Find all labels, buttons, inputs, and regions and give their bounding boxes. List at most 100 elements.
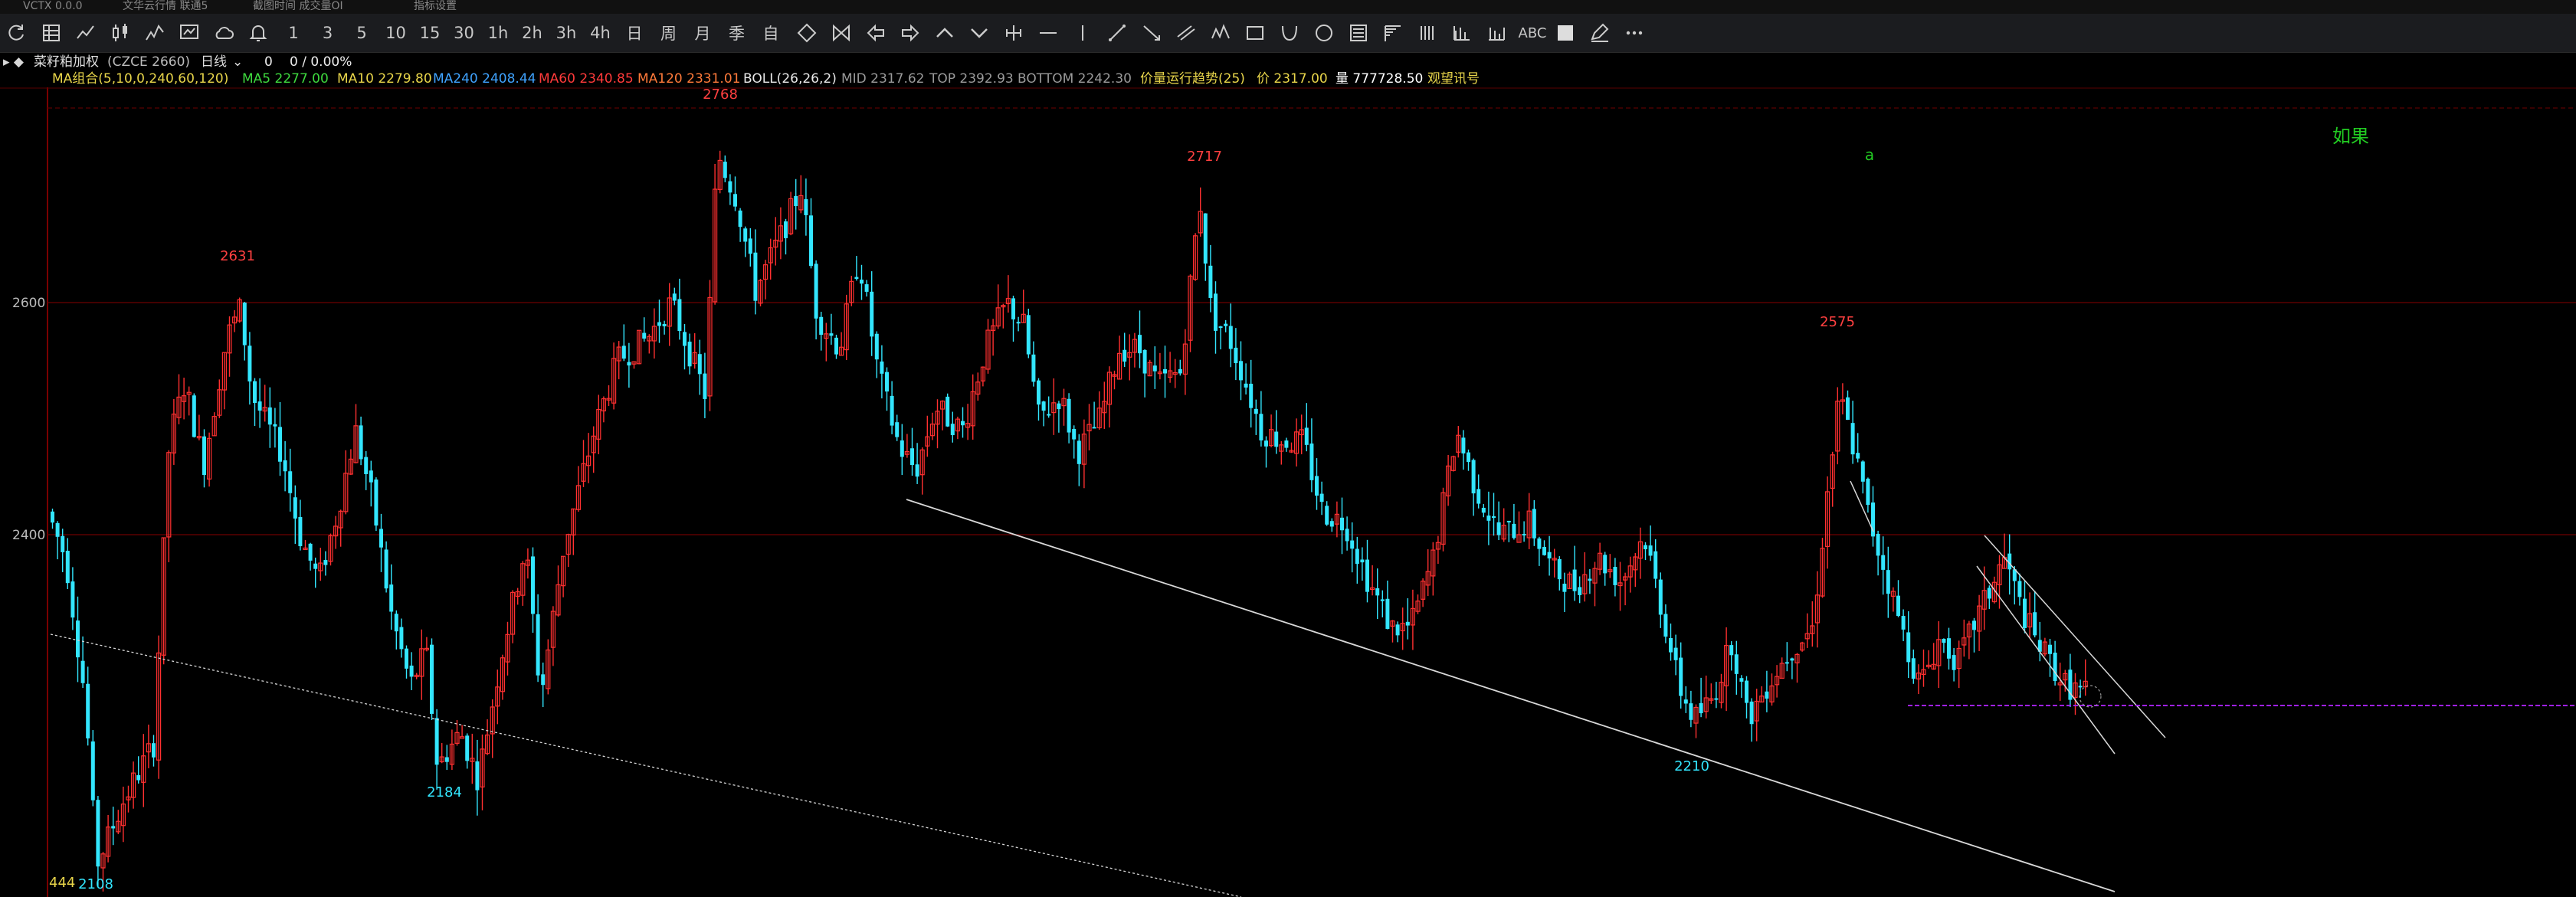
period-button[interactable]: 5 [347, 20, 376, 46]
trend-line-icon[interactable] [1103, 20, 1131, 46]
period-button[interactable]: 15 [415, 20, 444, 46]
vlines-icon[interactable] [1414, 20, 1441, 46]
candle-body [1866, 478, 1870, 506]
cloud-icon[interactable] [210, 20, 238, 46]
wave-icon[interactable] [1207, 20, 1234, 46]
instrument-name[interactable]: 菜籽粕加权 [34, 54, 99, 70]
legend-item: BOLL(26,26,2) [743, 71, 837, 87]
more-icon[interactable] [1621, 20, 1648, 46]
legend-item: MA5 2277.00 [242, 71, 329, 87]
fan-icon[interactable] [1483, 20, 1510, 46]
candle-body [1340, 517, 1344, 531]
text-tool-button[interactable]: ABC [1517, 20, 1548, 46]
refresh-icon[interactable] [3, 20, 31, 46]
candle-body [946, 396, 950, 427]
period-button[interactable]: 月 [688, 20, 717, 46]
candle-body [96, 800, 100, 867]
annotation-text: 如果 [2332, 126, 2369, 147]
period-button[interactable]: 4h [586, 20, 615, 46]
period-button[interactable]: 10 [382, 20, 411, 46]
candle-body [662, 323, 667, 326]
candle-body [323, 560, 328, 565]
right-arrow-icon[interactable] [896, 20, 924, 46]
vline-icon[interactable] [1069, 20, 1096, 46]
arc-icon[interactable] [1276, 20, 1303, 46]
circle-icon[interactable] [1310, 20, 1338, 46]
down-chevron-icon[interactable] [965, 20, 993, 46]
period-button[interactable]: 自 [756, 20, 785, 46]
legend-item: TOP 2392.93 [929, 71, 1014, 87]
price-chart[interactable]: 2600 2400 444 2768 2631 2717 2575 2108 2184 2210 a… [0, 87, 2576, 897]
candle-body [1578, 587, 1582, 595]
period-button[interactable]: 1h [483, 20, 513, 46]
alert-icon[interactable] [244, 20, 272, 46]
legend-item: 观望讯号 [1427, 71, 1480, 87]
period-button[interactable]: 30 [450, 20, 479, 46]
candle-body [1138, 335, 1142, 354]
left-arrow-icon[interactable] [862, 20, 890, 46]
monitor-icon[interactable] [175, 20, 203, 46]
candle-body [864, 284, 869, 292]
period-button[interactable]: 2h [518, 20, 547, 46]
candle-body [814, 264, 818, 319]
pen-icon[interactable] [1586, 20, 1614, 46]
candle-body [1689, 703, 1693, 720]
candle-body [1467, 452, 1470, 463]
instrument-dropdown-icon[interactable]: ▸ ◆ [3, 54, 24, 70]
candle-body [1952, 655, 1956, 670]
candle-body [80, 660, 85, 683]
candle-body [1092, 427, 1096, 429]
candle-body [1365, 559, 1369, 592]
candle-body [1016, 322, 1021, 324]
legend-item: BOTTOM 2242.30 [1018, 71, 1132, 87]
bars-icon[interactable] [1448, 20, 1476, 46]
fib-icon[interactable] [1345, 20, 1372, 46]
period-button[interactable]: 1 [279, 20, 308, 46]
candle-body [1896, 595, 1900, 617]
candle-body [1244, 383, 1248, 388]
legend-item: 价量运行趋势(25) [1140, 71, 1245, 87]
ray-icon[interactable] [1138, 20, 1165, 46]
fill-icon[interactable] [1552, 20, 1579, 46]
candle-body [1790, 658, 1794, 661]
line-chart-icon[interactable] [72, 20, 100, 46]
candle-body [55, 522, 60, 537]
candle-body [1047, 414, 1051, 416]
bowtie-icon[interactable] [828, 20, 855, 46]
period-select[interactable]: 日线 [201, 54, 227, 70]
candle-body [298, 517, 303, 547]
candle-body [1259, 414, 1263, 440]
peak-label: 2631 [220, 248, 255, 264]
rect-icon[interactable] [1241, 20, 1269, 46]
parallel-icon[interactable] [1172, 20, 1200, 46]
candle-body [819, 316, 824, 336]
split-icon[interactable] [1000, 20, 1027, 46]
kline-icon[interactable] [107, 20, 134, 46]
candle-body [1557, 558, 1562, 580]
candle-body [1218, 326, 1223, 329]
change-value: 0 [264, 54, 273, 70]
candle-body [950, 424, 955, 436]
candle-body [1345, 529, 1349, 542]
candle-body [1846, 397, 1850, 421]
candle-body [1906, 632, 1911, 663]
gann-icon[interactable] [1379, 20, 1407, 46]
period-button[interactable]: 3 [313, 20, 342, 46]
candle-body [910, 448, 914, 466]
hline-icon[interactable] [1034, 20, 1062, 46]
table-icon[interactable] [38, 20, 65, 46]
marker-circle [2079, 685, 2102, 708]
chevron-down-icon[interactable]: ⌄ [232, 54, 243, 70]
candle-body [1588, 578, 1592, 581]
candle-body [728, 181, 732, 193]
candle-body [444, 757, 449, 762]
diamond-icon[interactable] [793, 20, 821, 46]
period-button[interactable]: 3h [552, 20, 581, 46]
period-button[interactable]: 周 [654, 20, 683, 46]
up-chevron-icon[interactable] [931, 20, 959, 46]
tick-chart-icon[interactable] [141, 20, 169, 46]
candle-body [51, 511, 54, 523]
candle-body [1239, 361, 1243, 381]
period-button[interactable]: 日 [620, 20, 649, 46]
period-button[interactable]: 季 [723, 20, 752, 46]
